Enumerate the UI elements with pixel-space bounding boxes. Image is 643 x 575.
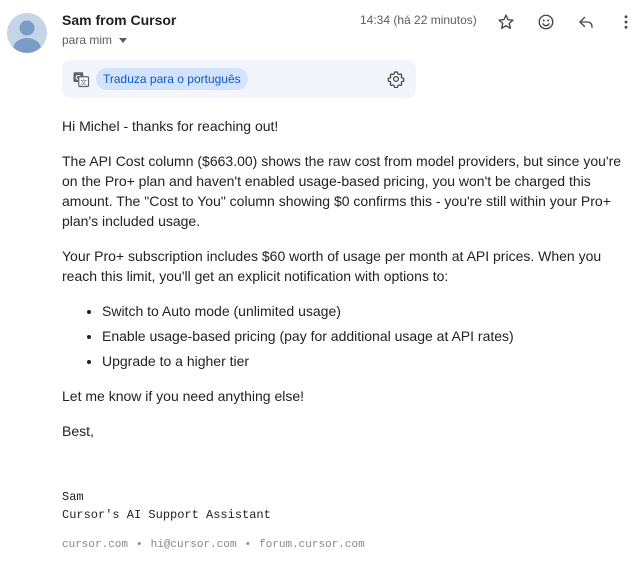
timestamp: 14:34 (há 22 minutos) bbox=[360, 13, 477, 27]
translate-icon: G 文 bbox=[73, 72, 90, 88]
footer-link[interactable]: cursor.com bbox=[62, 539, 128, 551]
sender-name: Sam from Cursor bbox=[62, 12, 177, 28]
avatar[interactable] bbox=[7, 13, 47, 53]
greeting: Hi Michel - thanks for reaching out! bbox=[62, 118, 279, 134]
star-button[interactable] bbox=[494, 10, 518, 34]
paragraph: Your Pro+ subscription includes $60 wort… bbox=[62, 248, 602, 284]
options-list: Switch to Auto mode (unlimited usage) En… bbox=[62, 301, 627, 371]
closing: Let me know if you need anything else! bbox=[62, 388, 305, 404]
caret-down-icon bbox=[119, 38, 128, 43]
signature: Sam Cursor's AI Support Assistant bbox=[62, 488, 271, 524]
star-icon bbox=[498, 14, 514, 29]
footer-separator: • bbox=[244, 539, 252, 551]
signoff: Best, bbox=[62, 423, 94, 439]
recipients-dropdown[interactable]: para mim bbox=[62, 33, 128, 47]
footer-link[interactable]: forum.cursor.com bbox=[259, 539, 365, 551]
more-options-button[interactable] bbox=[614, 10, 638, 34]
footer-links: cursor.com • hi@cursor.com • forum.cursor.co… bbox=[62, 539, 365, 551]
email-body: Hi Michel - thanks for reaching out! The… bbox=[62, 116, 627, 456]
translate-bar: G 文 Traduza para o português bbox=[62, 60, 416, 98]
paragraph: The API Cost column ($663.00) shows the … bbox=[62, 153, 622, 229]
reply-icon bbox=[579, 16, 593, 28]
recipients-label: para mim bbox=[62, 33, 113, 47]
signature-name: Sam bbox=[62, 490, 84, 504]
list-item: Switch to Auto mode (unlimited usage) bbox=[102, 301, 627, 321]
reply-button[interactable] bbox=[574, 10, 598, 34]
svg-text:文: 文 bbox=[80, 78, 87, 87]
list-item: Enable usage-based pricing (pay for addi… bbox=[102, 326, 627, 346]
signature-title: Cursor's AI Support Assistant bbox=[62, 508, 271, 522]
add-reaction-button[interactable] bbox=[534, 10, 558, 34]
footer-link[interactable]: hi@cursor.com bbox=[151, 539, 237, 551]
more-vert-icon bbox=[624, 15, 628, 29]
translate-link[interactable]: Traduza para o português bbox=[96, 68, 248, 90]
default-avatar-icon bbox=[7, 13, 47, 53]
emoji-icon bbox=[538, 14, 554, 30]
list-item: Upgrade to a higher tier bbox=[102, 351, 627, 371]
footer-separator: • bbox=[136, 539, 143, 551]
settings-gear-icon[interactable] bbox=[387, 70, 405, 88]
